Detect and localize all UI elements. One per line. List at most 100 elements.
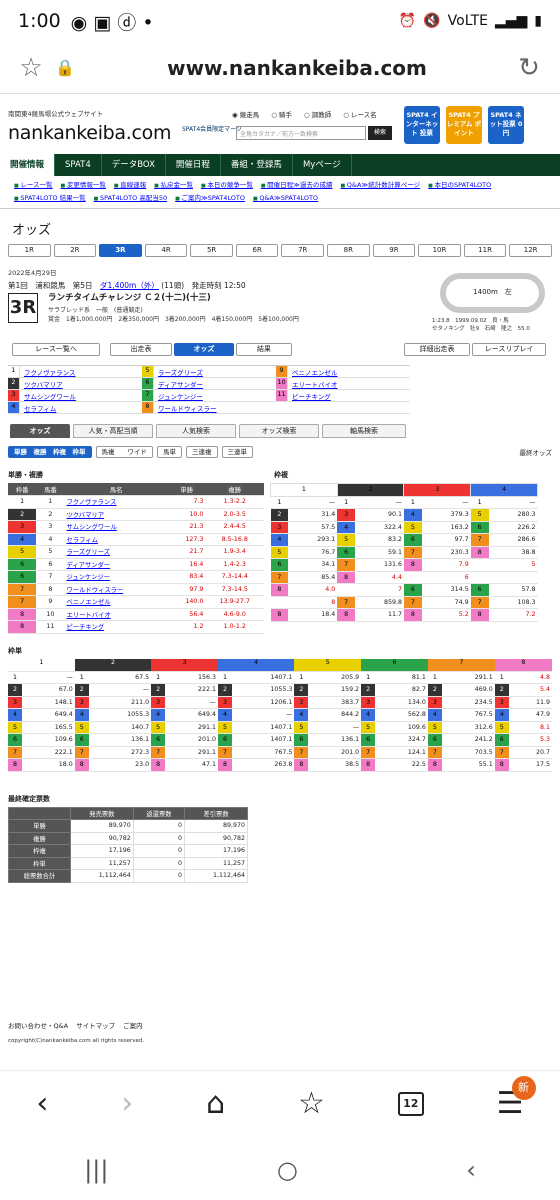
web-page: 南関東4競馬場公式ウェブサイト nankankeiba.com ◉ 競走馬 ○ 騎…: [0, 100, 560, 1065]
bet-type-2[interactable]: 馬単: [157, 446, 182, 458]
horse-name[interactable]: ピーチキング: [292, 391, 331, 401]
subnav-link-6[interactable]: Q&A≫統計数計算ページ: [340, 179, 420, 192]
spat-banner-2[interactable]: SPAT4 ネット投票 0円: [488, 106, 524, 144]
race-tab-2R[interactable]: 2R: [53, 244, 97, 257]
race-number: 3R: [8, 293, 38, 323]
tabs-icon[interactable]: 12: [397, 1091, 424, 1116]
tanfuku-cell-2[interactable]: サムシングワール: [64, 520, 168, 534]
search-type-radio-2[interactable]: ○ 調教師: [304, 109, 331, 119]
tanfuku-cell-2[interactable]: セラフィム: [64, 533, 168, 546]
tanfuku-cell-2[interactable]: ピーチキング: [64, 620, 168, 634]
entries-button[interactable]: 出走表: [110, 342, 172, 356]
subnav-link-9[interactable]: SPAT4LOTO 高配当50: [94, 192, 167, 205]
forward-icon[interactable]: ›: [121, 1086, 133, 1121]
home-button-icon[interactable]: ○: [277, 1156, 298, 1184]
tanfuku-cell-2[interactable]: ツクバマリア: [64, 508, 168, 521]
subnav-link-1[interactable]: 変更情報一覧: [61, 179, 106, 192]
tanfuku-cell-3: 16.4: [167, 558, 206, 571]
tanfuku-cell-2[interactable]: ベニノエンゼル: [64, 595, 168, 609]
footer-link-1[interactable]: サイトマップ: [76, 1020, 115, 1030]
odds-tab-3[interactable]: オッズ検索: [239, 424, 319, 438]
subnav-link-8[interactable]: SPAT4LOTO 結果一覧: [14, 192, 85, 205]
result-button[interactable]: 結果: [236, 342, 292, 356]
horse-name[interactable]: ラーズグリーズ: [158, 367, 203, 377]
horse-name[interactable]: エリートバイオ: [292, 379, 338, 389]
footer-link-2[interactable]: ご案内: [123, 1020, 143, 1030]
wakutan-cell: 383.7: [308, 696, 362, 709]
page-title: オッズ: [12, 223, 52, 238]
race-distance[interactable]: ダ1,400m（外）: [100, 281, 159, 290]
bookmark-star-icon[interactable]: ☆: [14, 53, 48, 83]
spat-banner-1[interactable]: SPAT4 プレミアム ポイント: [446, 106, 482, 144]
horse-name[interactable]: セラフィム: [24, 403, 56, 413]
gnav-item-3[interactable]: 開催日程: [166, 154, 221, 176]
tanfuku-cell-2[interactable]: ディアサンダー: [64, 558, 168, 571]
horse-name[interactable]: ディアサンダー: [158, 379, 203, 389]
back-icon[interactable]: ‹: [36, 1086, 48, 1121]
bet-type-3[interactable]: 三連複: [186, 446, 218, 458]
gnav-item-1[interactable]: SPAT4: [55, 154, 102, 176]
subnav-link-4[interactable]: 本日の競争一覧: [201, 179, 253, 192]
subnav-link-3[interactable]: 払戻金一覧: [154, 179, 194, 192]
tanfuku-cell-2[interactable]: ジュンケンジー: [64, 570, 168, 584]
horse-name[interactable]: ワールドウィスラー: [158, 403, 217, 413]
horse-name[interactable]: フクノヴァランス: [24, 367, 75, 377]
search-type-radio-3[interactable]: ○ レース名: [343, 109, 376, 119]
race-tab-10R[interactable]: 10R: [418, 244, 461, 257]
bet-type-4[interactable]: 三連単: [221, 446, 253, 458]
url-text[interactable]: www.nankankeiba.com: [82, 56, 512, 80]
race-tab-9R[interactable]: 9R: [372, 244, 416, 257]
race-tab-7R[interactable]: 7R: [281, 244, 325, 257]
horse-name[interactable]: サムシングワール: [24, 391, 76, 401]
bet-type-1[interactable]: 馬複 ワイド: [95, 446, 153, 458]
subnav-link-11[interactable]: Q&A≫SPAT4LOTO: [253, 192, 318, 205]
odds-tab-1[interactable]: 人気・高配当順: [73, 424, 153, 438]
subnav-link-0[interactable]: レース一覧: [14, 179, 52, 192]
search-input[interactable]: 全角カタカナ／前方一致検索: [236, 126, 366, 140]
tanfuku-cell-2[interactable]: フクノヴァランス: [64, 495, 168, 509]
tanfuku-cell-0: 1: [8, 495, 37, 509]
race-tab-11R[interactable]: 11R: [463, 244, 507, 257]
horse-name[interactable]: ツクバマリア: [24, 379, 63, 389]
recents-icon[interactable]: |||: [84, 1156, 108, 1184]
reload-icon[interactable]: ↻: [512, 53, 546, 83]
horse-name[interactable]: ジュンケンジー: [158, 391, 203, 401]
race-tab-6R[interactable]: 6R: [235, 244, 279, 257]
tanfuku-cell-2[interactable]: エリートバイオ: [64, 608, 168, 621]
tanfuku-cell-2[interactable]: ラーズグリーズ: [64, 545, 168, 559]
subnav-link-5[interactable]: 開催日程≫過去の成績: [261, 179, 332, 192]
subnav-link-2[interactable]: 直線速報: [114, 179, 146, 192]
subnav-link-7[interactable]: 本日のSPAT4LOTO: [428, 179, 491, 192]
back-button-icon[interactable]: ‹: [466, 1156, 476, 1184]
odds-button[interactable]: オッズ: [174, 342, 234, 356]
menu-icon[interactable]: ☰ 新: [497, 1076, 536, 1121]
tanfuku-cell-2[interactable]: ワールドウィスラー: [64, 583, 168, 596]
horse-name[interactable]: ベニノエンゼル: [292, 367, 338, 377]
search-type-radio-1[interactable]: ○ 騎手: [271, 109, 292, 119]
spat-banner-0[interactable]: SPAT4 インターネット 投票: [404, 106, 440, 144]
race-list-button[interactable]: レース一覧へ: [12, 342, 100, 356]
gnav-item-4[interactable]: 番組・登録馬: [221, 154, 293, 176]
gnav-item-2[interactable]: データBOX: [102, 154, 166, 176]
gnav-item-0[interactable]: 開催情報: [0, 154, 56, 176]
race-tab-12R[interactable]: 12R: [509, 244, 552, 257]
gnav-item-5[interactable]: Myページ: [293, 154, 352, 176]
race-tab-4R[interactable]: 4R: [144, 244, 188, 257]
odds-tab-4[interactable]: 軸馬検索: [322, 424, 406, 438]
home-icon[interactable]: ⌂: [206, 1086, 225, 1121]
odds-tab-0[interactable]: オッズ: [10, 424, 70, 438]
bookmarks-icon[interactable]: ☆: [298, 1086, 325, 1121]
race-tab-5R[interactable]: 5R: [190, 244, 233, 257]
detail-entries-button[interactable]: 詳細出走表: [404, 342, 470, 356]
search-type-radio-0[interactable]: ◉ 競走馬: [232, 109, 259, 119]
race-tab-3R[interactable]: 3R: [99, 244, 142, 257]
race-tab-8R[interactable]: 8R: [327, 244, 370, 257]
race-tab-1R[interactable]: 1R: [8, 244, 51, 257]
replay-button[interactable]: レースリプレイ: [472, 342, 546, 356]
search-button[interactable]: 検索: [368, 126, 392, 140]
wakutan-cell: 5: [8, 721, 22, 734]
odds-tab-2[interactable]: 人気検索: [156, 424, 236, 438]
subnav-link-10[interactable]: ご案内≫SPAT4LOTO: [175, 192, 245, 205]
footer-link-0[interactable]: お問い合わせ・Q&A: [8, 1020, 68, 1030]
bet-type-0[interactable]: 単勝 複勝 枠複 枠単: [8, 446, 92, 458]
